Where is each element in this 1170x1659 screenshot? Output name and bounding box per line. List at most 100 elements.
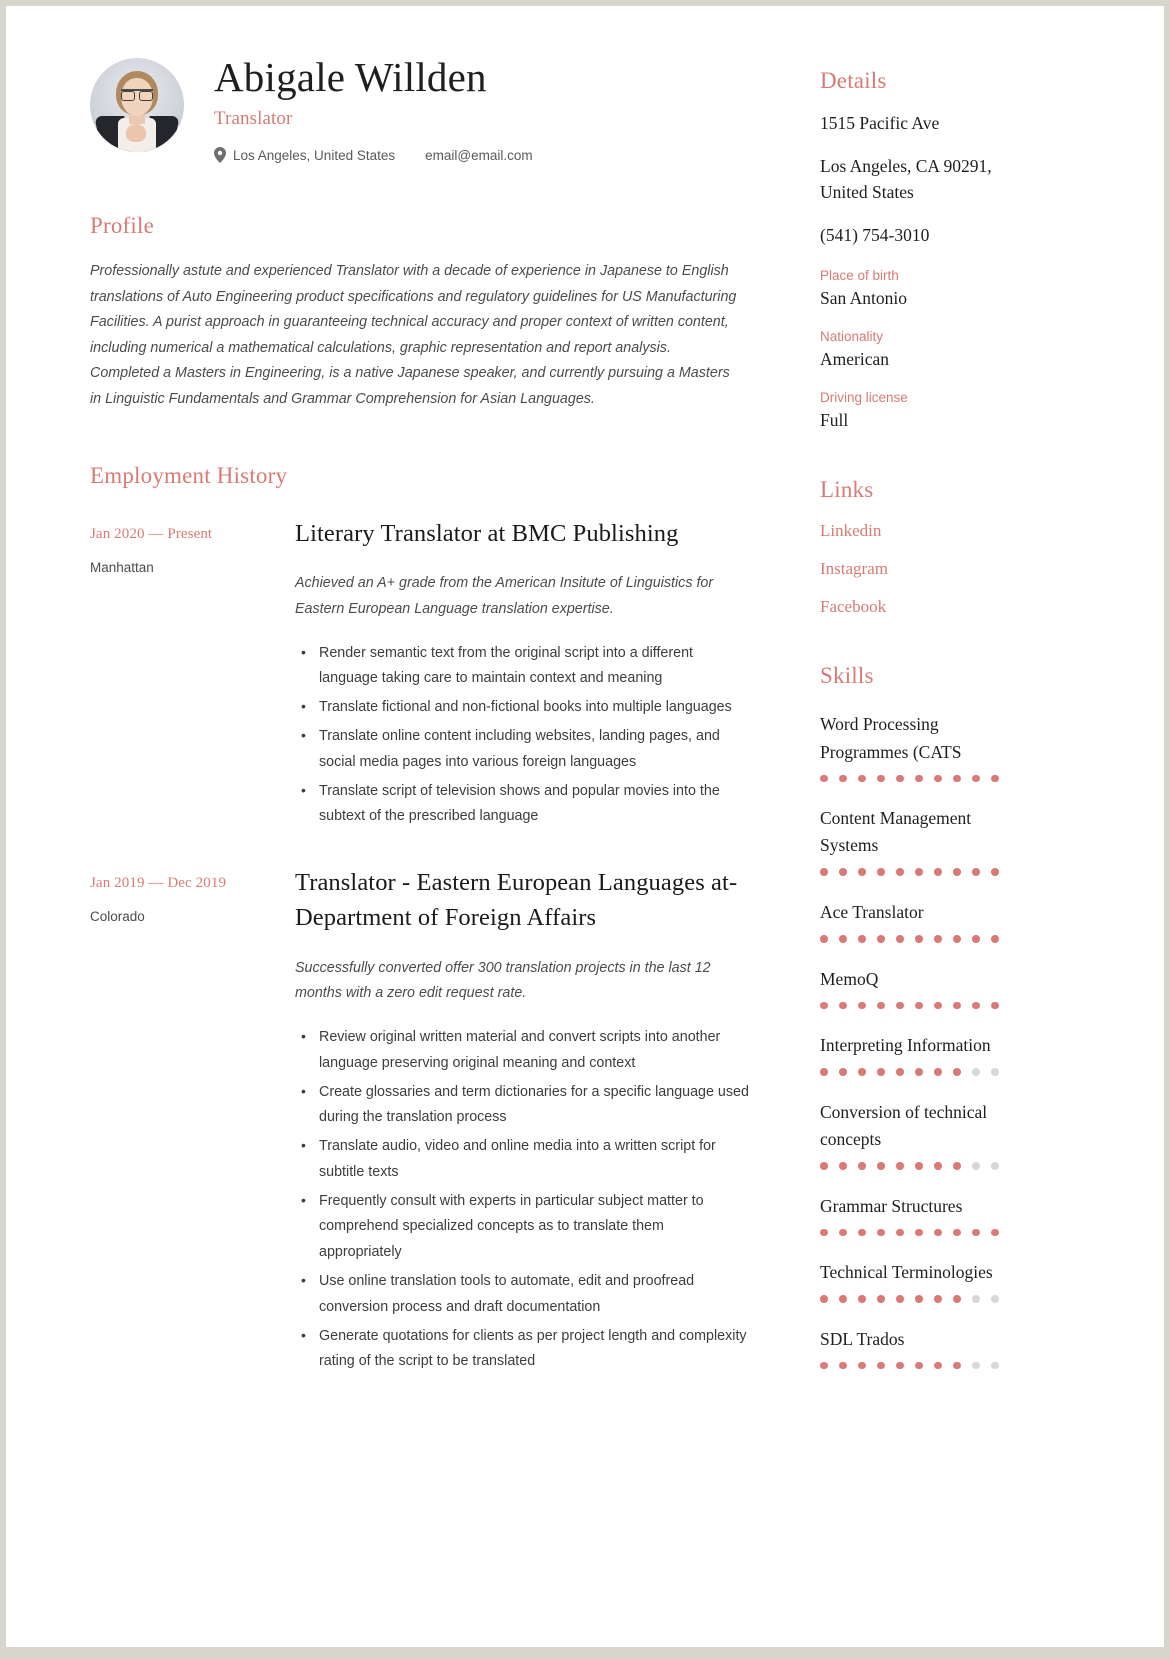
employment-summary: Achieved an A+ grade from the American I…	[295, 575, 714, 617]
employment-entry: Jan 2019 — Dec 2019 Colorado Translator …	[90, 866, 766, 1378]
rating-dot-filled	[820, 1295, 828, 1303]
rating-dot-filled	[972, 774, 980, 783]
rating-dot-filled	[972, 1228, 980, 1237]
rating-dot-filled	[991, 1228, 999, 1237]
rating-dot-filled	[915, 1068, 923, 1076]
rating-dot-filled	[896, 1228, 904, 1237]
rating-dot-filled	[915, 1295, 923, 1303]
rating-dot-filled	[972, 1001, 980, 1010]
rating-dot-empty	[991, 1162, 999, 1170]
rating-dot-filled	[877, 868, 885, 876]
rating-dot-filled	[953, 1228, 961, 1237]
rating-dot-filled	[839, 774, 847, 783]
rating-dot-filled	[934, 868, 942, 876]
rating-dot-filled	[820, 1001, 828, 1010]
rating-dot-filled	[839, 868, 847, 876]
rating-dot-filled	[953, 1295, 961, 1303]
skills-heading: Skills	[820, 663, 874, 689]
profile-heading: Profile	[90, 213, 154, 239]
rating-dot-filled	[915, 1162, 923, 1170]
skill-name: MemoQ	[820, 968, 879, 989]
rating-dot-filled	[877, 774, 885, 783]
contact-row: Los Angeles, United States email@email.c…	[214, 147, 533, 164]
list-item: Frequently consult with experts in parti…	[295, 1188, 750, 1266]
rating-dot-filled	[934, 1295, 942, 1303]
skill-rating-dots	[820, 1228, 1164, 1237]
rating-dot-filled	[991, 1001, 999, 1010]
candidate-name: Abigale Willden	[214, 54, 487, 100]
rating-dot-filled	[839, 1162, 847, 1170]
rating-dot-filled	[820, 1162, 828, 1170]
rating-dot-filled	[839, 1228, 847, 1237]
skill-item: Technical Terminologies	[820, 1259, 1164, 1303]
rating-dot-filled	[934, 1001, 942, 1010]
address-line-2: Los Angeles, CA 90291, United States	[820, 155, 992, 203]
employment-entry: Jan 2020 — Present Manhattan Literary Tr…	[90, 517, 766, 834]
rating-dot-filled	[820, 1068, 828, 1076]
employment-role: Literary Translator at BMC Publishing	[295, 519, 679, 547]
phone-number: (541) 754-3010	[820, 224, 930, 245]
employment-bullet-list: Render semantic text from the original s…	[295, 640, 766, 831]
skill-item: Interpreting Information	[820, 1032, 1164, 1076]
skill-rating-dots	[820, 1295, 1164, 1303]
rating-dot-filled	[991, 774, 999, 783]
skill-item: SDL Trados	[820, 1326, 1164, 1370]
rating-dot-filled	[858, 774, 866, 783]
link-linkedin[interactable]: Linkedin	[820, 521, 1164, 541]
links-list: Linkedin Instagram Facebook	[820, 521, 1164, 617]
skill-name: Ace Translator	[820, 901, 924, 922]
skill-rating-dots	[820, 1068, 1164, 1076]
location-text: Los Angeles, United States	[233, 147, 396, 163]
employment-heading: Employment History	[90, 462, 288, 488]
rating-dot-filled	[877, 1228, 885, 1237]
detail-label-driving-license: Driving license	[820, 390, 908, 406]
rating-dot-filled	[858, 1228, 866, 1237]
detail-value-nationality: American	[820, 349, 889, 370]
sidebar: Details 1515 Pacific Ave Los Angeles, CA…	[766, 6, 1164, 1647]
rating-dot-empty	[972, 1068, 980, 1076]
rating-dot-filled	[858, 1001, 866, 1010]
list-item: Review original written material and con…	[295, 1024, 750, 1077]
candidate-job-title: Translator	[214, 108, 293, 130]
skill-item: Ace Translator	[820, 899, 1164, 943]
detail-label-place-of-birth: Place of birth	[820, 268, 899, 284]
employment-period: Jan 2020 — Present	[90, 525, 213, 542]
rating-dot-filled	[896, 1001, 904, 1010]
rating-dot-filled	[953, 935, 961, 943]
rating-dot-filled	[839, 1361, 847, 1370]
rating-dot-empty	[991, 1068, 999, 1076]
rating-dot-filled	[820, 1361, 828, 1370]
link-instagram[interactable]: Instagram	[820, 559, 1164, 579]
rating-dot-filled	[972, 868, 980, 876]
skill-item: Grammar Structures	[820, 1193, 1164, 1237]
rating-dot-empty	[972, 1295, 980, 1303]
skill-item: MemoQ	[820, 966, 1164, 1010]
skill-rating-dots	[820, 1361, 1164, 1370]
rating-dot-filled	[877, 1162, 885, 1170]
rating-dot-filled	[896, 868, 904, 876]
rating-dot-filled	[953, 774, 961, 783]
resume-page: Abigale Willden Translator Los Angeles, …	[6, 6, 1164, 1647]
list-item: Translate script of television shows and…	[295, 778, 750, 831]
rating-dot-empty	[991, 1361, 999, 1370]
rating-dot-filled	[953, 868, 961, 876]
rating-dot-filled	[915, 1361, 923, 1370]
rating-dot-filled	[934, 1068, 942, 1076]
rating-dot-filled	[953, 1361, 961, 1370]
skill-rating-dots	[820, 868, 1164, 876]
rating-dot-filled	[820, 1228, 828, 1237]
skill-item: Conversion of technical concepts	[820, 1099, 1164, 1170]
list-item: Translate online content including websi…	[295, 723, 750, 776]
list-item: Use online translation tools to automate…	[295, 1268, 750, 1321]
rating-dot-filled	[877, 1361, 885, 1370]
list-item: Translate fictional and non-fictional bo…	[295, 694, 750, 721]
skills-list: Word Processing Programmes (CATS Content …	[820, 711, 1164, 1370]
rating-dot-filled	[858, 1068, 866, 1076]
link-facebook[interactable]: Facebook	[820, 597, 1164, 617]
rating-dot-filled	[820, 774, 828, 783]
rating-dot-filled	[934, 1361, 942, 1370]
rating-dot-filled	[858, 935, 866, 943]
employment-summary: Successfully converted offer 300 transla…	[295, 959, 711, 1002]
skill-name: Interpreting Information	[820, 1035, 991, 1056]
rating-dot-filled	[839, 1068, 847, 1076]
